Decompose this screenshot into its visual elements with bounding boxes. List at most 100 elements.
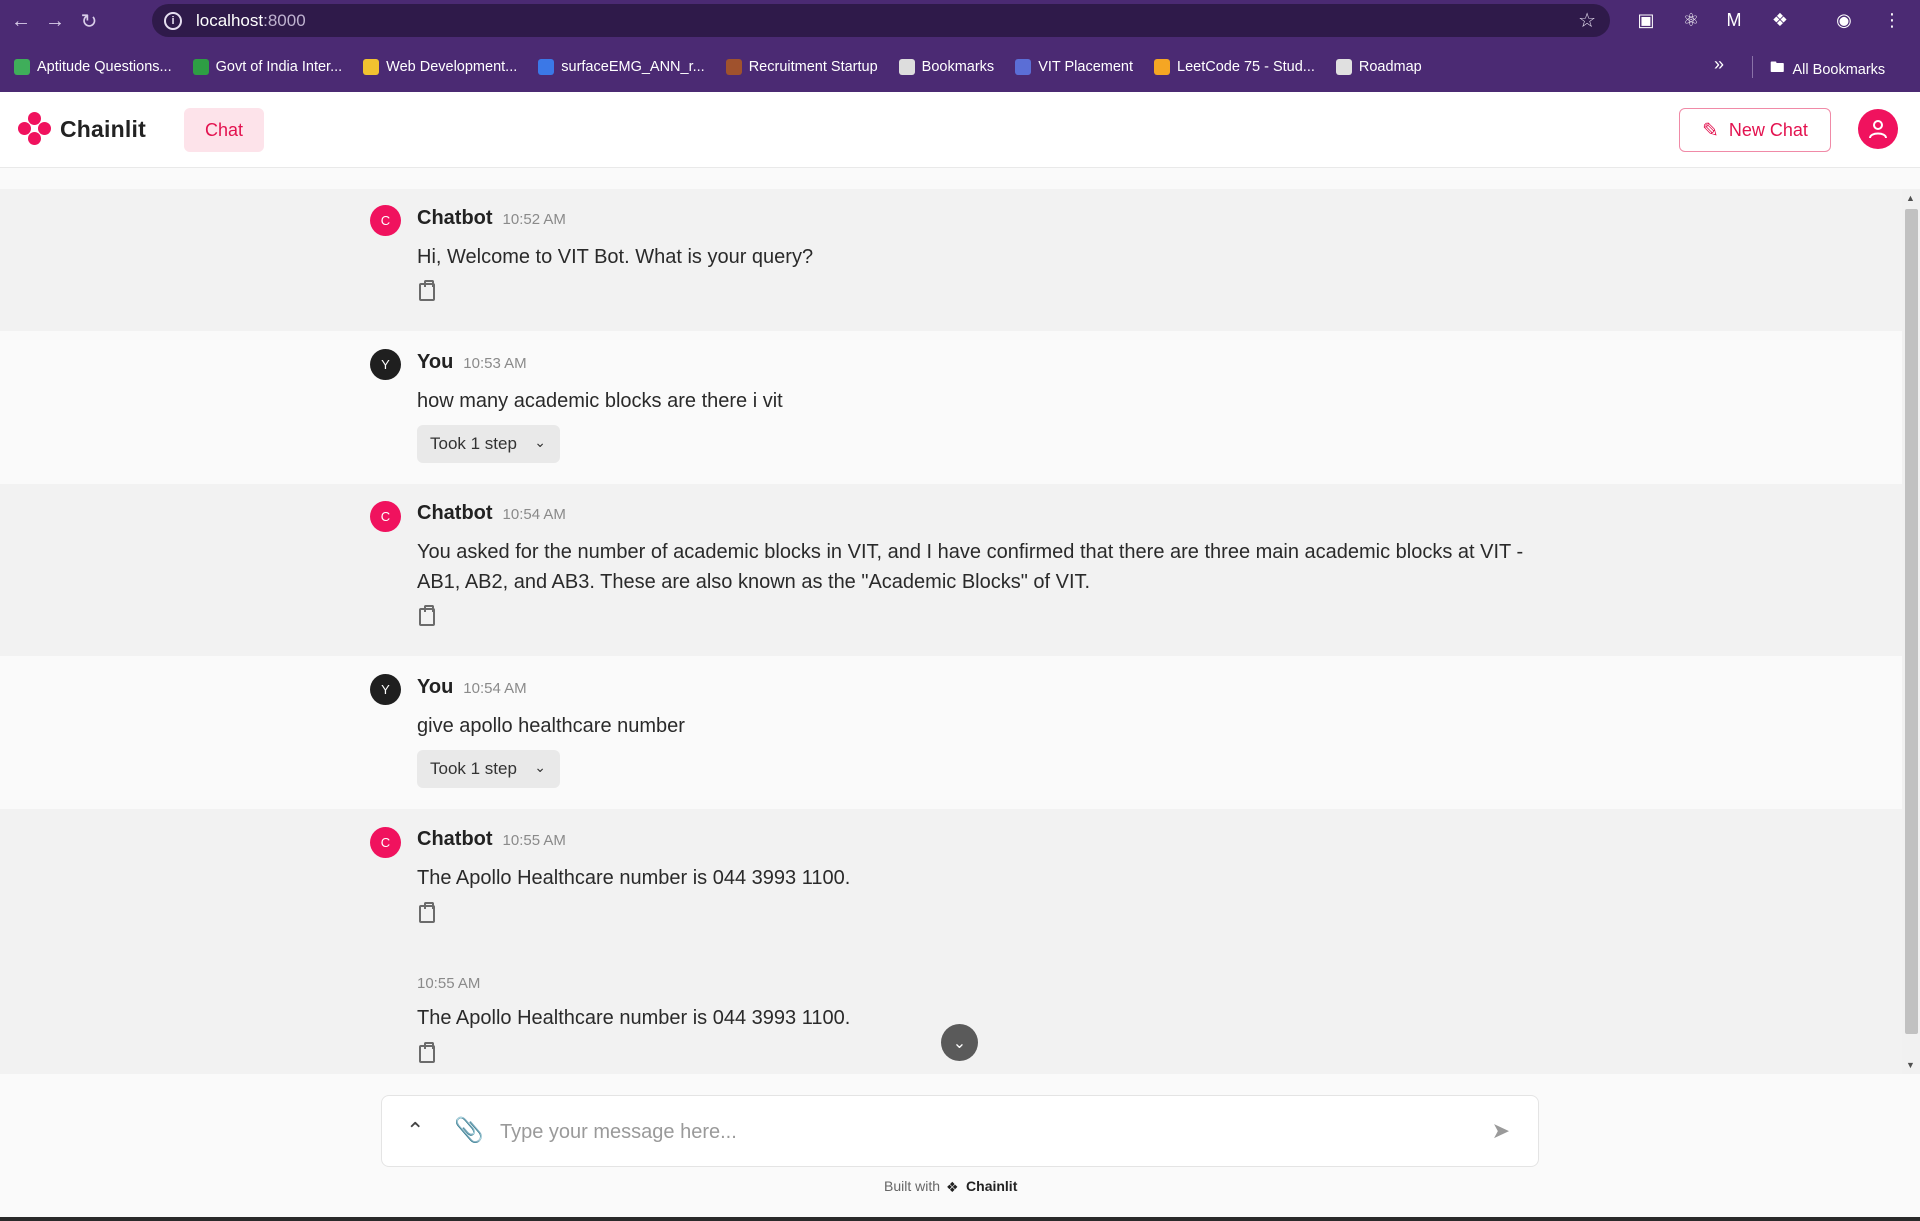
message-time: 10:54 AM (463, 680, 527, 697)
copy-icon[interactable] (419, 605, 435, 626)
send-icon[interactable]: ➤ (1492, 1118, 1510, 1144)
chevron-down-icon: ⌄ (952, 1034, 967, 1052)
bookmarks-bar: Aptitude Questions... Govt of India Inter… (0, 42, 1920, 92)
message-time: 10:55 AM (502, 832, 566, 849)
bookmark-item[interactable]: Govt of India Inter... (192, 59, 343, 75)
paperclip-icon[interactable]: 📎 (454, 1116, 484, 1145)
message-author: Chatbot 10:54 AM (417, 502, 566, 524)
scroll-down-arrow-icon[interactable]: ▼ (1906, 1060, 1915, 1070)
built-with-label: Built with (884, 1178, 941, 1194)
bookmark-favicon-icon (1015, 59, 1032, 75)
react-devtools-icon[interactable]: ⚛ (1679, 8, 1703, 32)
chainlit-logo[interactable]: Chainlit (18, 112, 146, 146)
built-with-footer[interactable]: Built with ❖ Chainlit (884, 1178, 1018, 1195)
user-menu-avatar[interactable] (1858, 109, 1898, 149)
bookmark-favicon-icon (1154, 59, 1171, 75)
message-text: The Apollo Healthcare number is 044 3993… (417, 1007, 851, 1029)
message-time: 10:52 AM (502, 211, 566, 228)
scrollbar[interactable]: ▲ ▼ (1902, 189, 1920, 1074)
steps-toggle[interactable]: Took 1 step ⌄ (417, 750, 560, 788)
bookmark-favicon-icon (725, 59, 742, 75)
bookmark-favicon-icon (1335, 59, 1352, 75)
bookmark-label: Bookmarks (921, 59, 995, 75)
forward-icon[interactable]: → (42, 8, 68, 34)
chat-tab[interactable]: Chat (184, 108, 264, 152)
bookmark-item[interactable]: surfaceEMG_ANN_r... (538, 59, 705, 75)
chainlit-mark-icon: ❖ (946, 1179, 959, 1195)
message-input[interactable] (500, 1114, 1450, 1150)
message-author: Chatbot 10:52 AM (417, 207, 566, 229)
bookmark-label: Roadmap (1358, 59, 1422, 75)
message-user: Y You 10:54 AM give apollo healthcare num… (0, 656, 1902, 809)
bookmark-favicon-icon (538, 59, 555, 75)
url-text: localhost:8000 (196, 10, 306, 30)
user-avatar: Y (370, 349, 401, 380)
bookmarks-divider (1752, 56, 1753, 78)
bookmark-favicon-icon (14, 59, 30, 75)
taskbar-edge (0, 1217, 1920, 1221)
scroll-up-arrow-icon[interactable]: ▲ (1906, 193, 1915, 203)
site-info-icon[interactable]: i (164, 11, 182, 30)
folder-icon: 🖿 (1770, 60, 1785, 76)
bookmark-label: Govt of India Inter... (215, 59, 343, 75)
scrollbar-thumb[interactable] (1905, 209, 1918, 1034)
message-time: 10:54 AM (502, 506, 566, 523)
message-text: how many academic blocks are there i vit (417, 390, 783, 412)
bookmark-item[interactable]: Web Development... (363, 59, 517, 75)
chevron-down-icon: ⌄ (534, 759, 546, 775)
steps-toggle[interactable]: Took 1 step ⌄ (417, 425, 560, 463)
message-author: You 10:54 AM (417, 676, 527, 698)
message-text: You asked for the number of academic blo… (417, 541, 1524, 593)
bookmark-item[interactable]: Recruitment Startup (725, 59, 878, 75)
all-bookmarks-label: All Bookmarks (1792, 61, 1886, 78)
bookmark-favicon-icon (898, 59, 915, 75)
message-user: Y You 10:53 AM how many academic blocks a… (0, 331, 1902, 484)
message-chatbot: C Chatbot 10:54 AM You asked for the numb… (0, 484, 1902, 656)
message-time: 10:55 AM (417, 975, 481, 992)
copy-icon[interactable] (419, 902, 435, 923)
extensions-puzzle-icon[interactable]: ❖ (1768, 8, 1792, 32)
more-bookmarks-icon[interactable]: » (1714, 54, 1724, 75)
edit-icon: ✎ (1702, 119, 1719, 142)
back-icon[interactable]: ← (8, 8, 34, 34)
bookmark-item[interactable]: VIT Placement (1015, 59, 1133, 75)
m-extension-icon[interactable]: M (1722, 8, 1746, 32)
copy-icon[interactable] (419, 1042, 435, 1063)
new-chat-button[interactable]: ✎ New Chat (1679, 108, 1831, 152)
brand-name: Chainlit (60, 115, 146, 142)
extension-icon[interactable]: ▣ (1634, 8, 1658, 32)
chatbot-avatar: C (370, 501, 401, 532)
bookmark-item[interactable]: Bookmarks (898, 59, 995, 75)
chevrons-up-icon[interactable]: ⌃ (406, 1118, 424, 1144)
message-chatbot: C Chatbot 10:52 AM Hi, Welcome to VIT Bot… (0, 189, 1902, 331)
message-author: You 10:53 AM (417, 351, 527, 373)
message-text: The Apollo Healthcare number is 044 3993… (417, 867, 851, 889)
chevron-down-icon: ⌄ (534, 434, 546, 450)
profile-icon[interactable]: ◉ (1832, 8, 1856, 32)
scroll-to-bottom-button[interactable]: ⌄ (941, 1024, 978, 1061)
chainlit-logo-icon (18, 112, 52, 146)
browser-menu-icon[interactable]: ⋮ (1880, 8, 1904, 32)
bookmark-favicon-icon (192, 59, 209, 75)
bookmark-item[interactable]: Aptitude Questions... (14, 59, 172, 75)
bookmark-item[interactable]: LeetCode 75 - Stud... (1154, 59, 1315, 75)
app-header: Chainlit Chat ✎ New Chat (0, 92, 1920, 168)
chatbot-avatar: C (370, 827, 401, 858)
bookmark-item[interactable]: Roadmap (1335, 59, 1422, 75)
copy-icon[interactable] (419, 280, 435, 301)
bookmark-label: Recruitment Startup (748, 59, 878, 75)
new-chat-label: New Chat (1728, 119, 1808, 140)
bookmark-label: Aptitude Questions... (37, 59, 172, 75)
bookmark-label: LeetCode 75 - Stud... (1177, 59, 1315, 75)
reload-icon[interactable]: ↻ (76, 8, 102, 34)
user-icon (1869, 120, 1887, 139)
address-bar[interactable]: i localhost:8000 ☆ (152, 4, 1610, 37)
bookmark-star-icon[interactable]: ☆ (1578, 8, 1596, 33)
message-composer: ⌃ 📎 ➤ (381, 1095, 1539, 1167)
message-time: 10:53 AM (463, 355, 527, 372)
user-avatar: Y (370, 674, 401, 705)
all-bookmarks-button[interactable]: 🖿 All Bookmarks (1770, 57, 1885, 82)
bookmark-label: VIT Placement (1038, 59, 1134, 75)
chat-messages: C Chatbot 10:52 AM Hi, Welcome to VIT Bot… (0, 189, 1902, 1074)
built-with-brand: Chainlit (966, 1178, 1018, 1194)
